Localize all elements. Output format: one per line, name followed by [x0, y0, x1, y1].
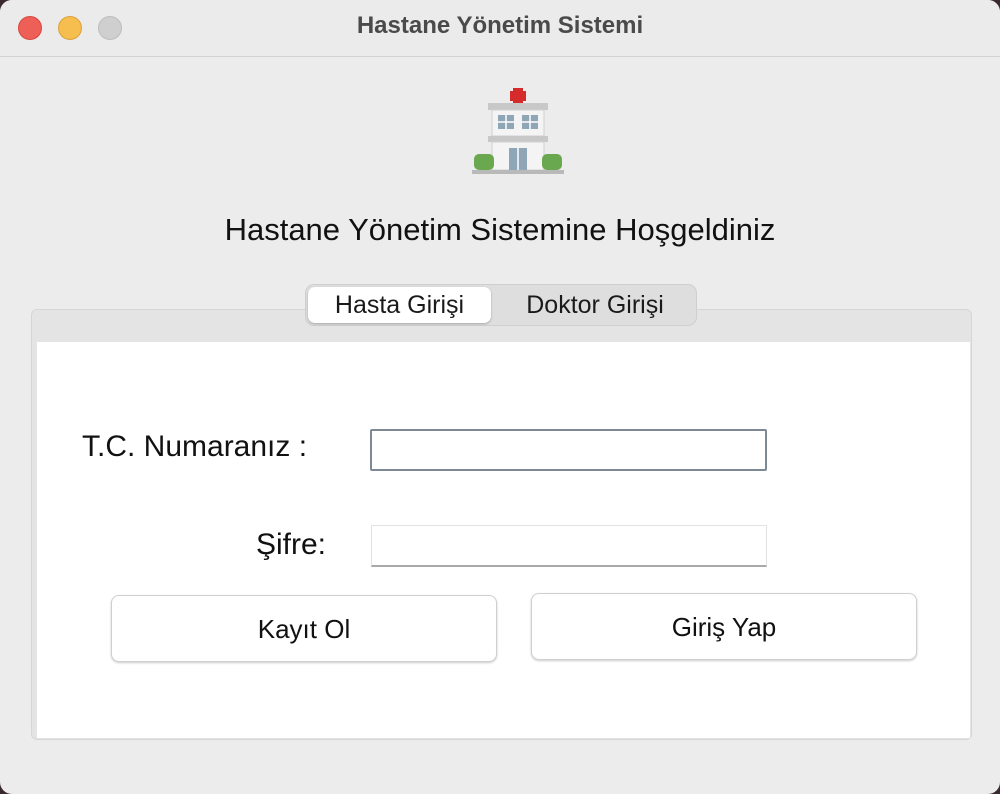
window-title: Hastane Yönetim Sistemi	[356, 12, 644, 39]
hospital-icon	[472, 88, 564, 174]
title-bar[interactable]: Hastane Yönetim Sistemi	[0, 0, 1000, 57]
tab-doctor-login[interactable]: Doktor Girişi	[496, 287, 694, 323]
login-button[interactable]: Giriş Yap	[531, 593, 917, 660]
register-button[interactable]: Kayıt Ol	[111, 595, 497, 662]
tc-number-label: T.C. Numaranız :	[82, 430, 308, 463]
password-input[interactable]	[371, 525, 767, 567]
tc-number-input[interactable]	[370, 429, 767, 471]
tab-bar: Hasta Girişi Doktor Girişi	[305, 284, 697, 326]
welcome-heading: Hastane Yönetim Sistemine Hoşgeldiniz	[224, 212, 776, 247]
tab-patient-login[interactable]: Hasta Girişi	[308, 287, 491, 323]
password-label: Şifre:	[256, 528, 327, 561]
app-window: Hastane Yönetim Sistemi Hastane Yönetim …	[0, 0, 1000, 794]
